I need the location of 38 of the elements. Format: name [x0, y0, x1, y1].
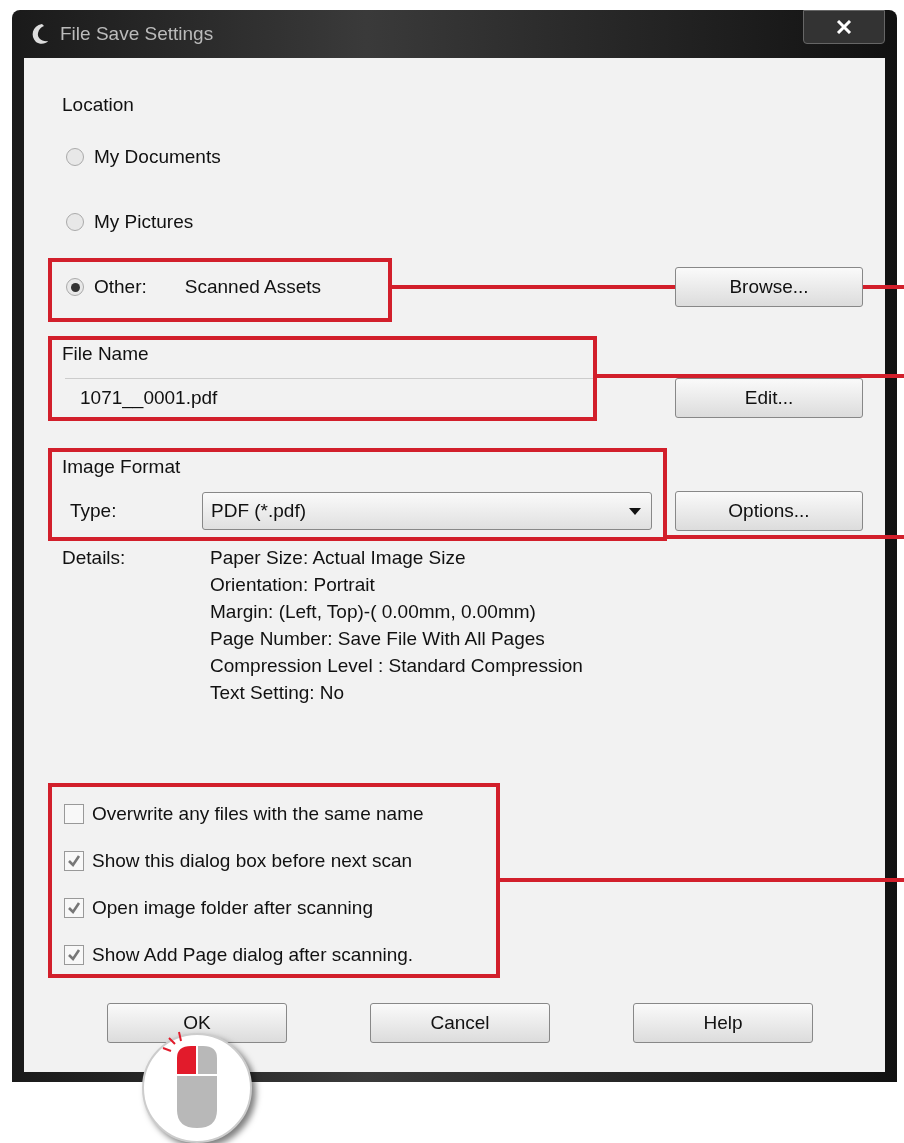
checkbox[interactable]	[64, 803, 84, 824]
close-icon	[836, 20, 852, 34]
section-label: Location	[62, 94, 134, 116]
detail-text: Margin: (Left, Top)-( 0.00mm, 0.00mm)	[210, 600, 537, 624]
checkbox-label: Show Add Page dialog after scanning.	[92, 943, 414, 966]
section-label: Image Format	[62, 456, 181, 478]
options-button[interactable]: Options...	[675, 491, 863, 531]
dialog-button[interactable]: Help	[633, 1003, 813, 1043]
detail-text: Text Setting: No	[210, 681, 346, 705]
checkbox[interactable]	[64, 944, 84, 965]
radio-label: My Pictures	[94, 211, 194, 233]
details-label: Details:	[62, 546, 127, 570]
detail-text: Compression Level : Standard Compression	[210, 654, 583, 678]
checkbox[interactable]	[64, 897, 84, 918]
checkbox[interactable]	[64, 850, 84, 871]
type-dropdown[interactable]: PDF (*.pdf)	[202, 492, 652, 530]
radio-button[interactable]	[66, 148, 84, 166]
type-label: Type:	[69, 500, 118, 522]
folder-name: Scanned Assets	[184, 276, 322, 298]
caret-icon	[629, 507, 641, 515]
dialog-button[interactable]: OK	[107, 1003, 287, 1043]
checkbox-label: Show this dialog box before next scan	[92, 849, 413, 872]
radio-label: Other:	[94, 276, 147, 298]
radio-label: My Documents	[94, 146, 221, 168]
section-label: File Name	[62, 343, 149, 365]
detail-text: Page Number: Save File With All Pages	[210, 627, 546, 651]
file-name-field[interactable]: 1071__0001.pdf	[65, 378, 595, 418]
browse-button[interactable]: Browse...	[675, 267, 863, 307]
checkbox-label: Overwrite any files with the same name	[92, 802, 424, 825]
radio-button[interactable]	[66, 213, 84, 231]
close-button[interactable]	[803, 10, 885, 44]
radio-button[interactable]	[66, 278, 84, 296]
detail-text: Orientation: Portrait	[210, 573, 376, 597]
detail-text: Paper Size: Actual Image Size	[210, 546, 467, 570]
dialog-button[interactable]: Cancel	[370, 1003, 550, 1043]
checkbox-label: Open image folder after scanning	[92, 896, 373, 919]
window-title: File Save Settings	[60, 23, 214, 45]
edit-button[interactable]: Edit...	[675, 378, 863, 418]
